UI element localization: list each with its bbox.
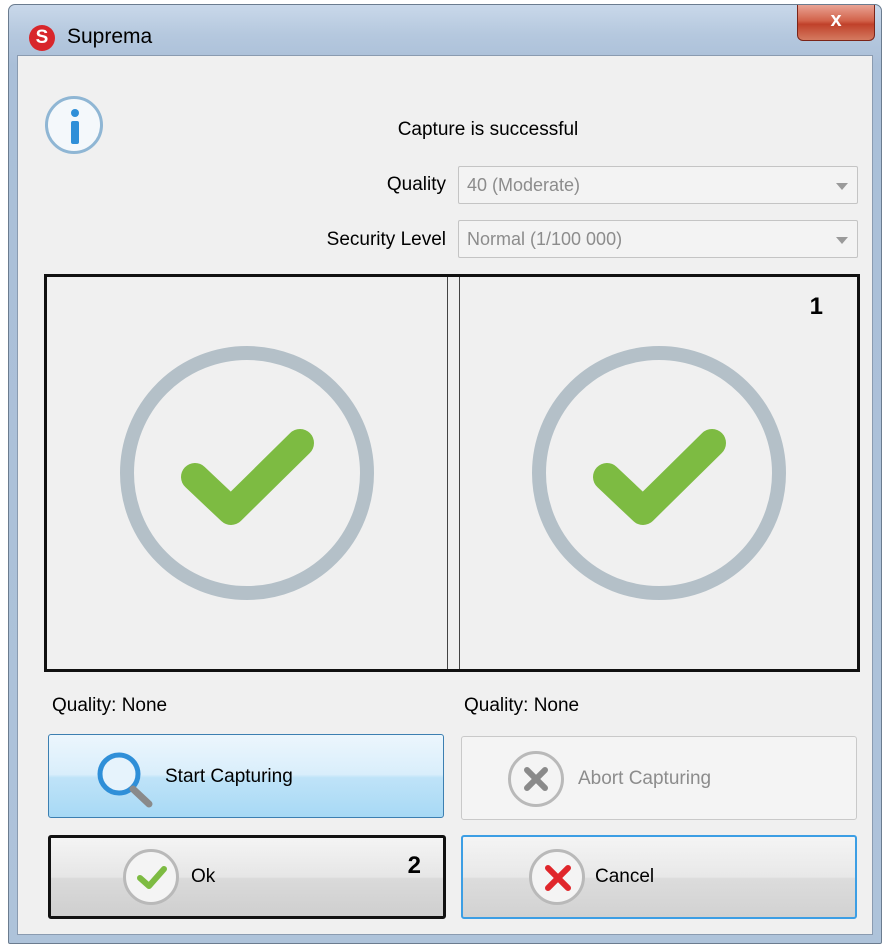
suprema-logo-icon: S (29, 25, 55, 51)
right-quality-text: Quality: None (464, 695, 580, 716)
security-level-dropdown[interactable]: Normal (1/100 000) (458, 220, 858, 258)
x-circle-icon (508, 751, 564, 807)
fingerprint-panels: 1 (44, 274, 860, 672)
left-quality-text: Quality: None (52, 695, 168, 716)
status-message: Capture is successful (397, 119, 579, 140)
title-bar[interactable]: S Suprema x (9, 5, 881, 59)
close-icon: x (830, 9, 842, 31)
security-level-dropdown-value: Normal (1/100 000) (467, 229, 623, 249)
abort-capturing-label: Abort Capturing (578, 768, 712, 789)
chevron-down-icon (836, 183, 848, 190)
chevron-down-icon (836, 237, 848, 244)
quality-dropdown-value: 40 (Moderate) (467, 175, 581, 195)
quality-label: Quality (386, 174, 446, 195)
fingerprint-panel-right[interactable]: 1 (459, 277, 857, 669)
magnifier-icon (97, 752, 153, 808)
abort-capturing-button[interactable]: Abort Capturing (461, 736, 857, 820)
ok-button[interactable]: Ok 2 (48, 835, 446, 919)
dialog-client-area: Capture is successful Quality 40 (Modera… (17, 55, 873, 935)
cancel-x-icon (529, 849, 585, 905)
check-circle-icon (120, 346, 374, 600)
security-level-label: Security Level (326, 229, 446, 250)
start-capturing-button[interactable]: Start Capturing (48, 734, 444, 818)
check-circle-icon (531, 346, 786, 600)
fingerprint-panel-left[interactable] (47, 277, 448, 669)
ok-label: Ok (191, 866, 216, 887)
start-capturing-label: Start Capturing (165, 766, 293, 787)
window-title: Suprema (67, 25, 153, 48)
cancel-button[interactable]: Cancel (461, 835, 857, 919)
annotation-badge-2: 2 (407, 852, 421, 879)
dialog-window: S Suprema x Capture is successful Qualit… (8, 4, 882, 944)
cancel-label: Cancel (595, 866, 655, 887)
info-icon (45, 96, 103, 154)
close-button[interactable]: x (797, 5, 875, 41)
quality-dropdown[interactable]: 40 (Moderate) (458, 166, 858, 204)
check-circle-icon (123, 849, 179, 905)
annotation-badge-1: 1 (809, 293, 823, 320)
